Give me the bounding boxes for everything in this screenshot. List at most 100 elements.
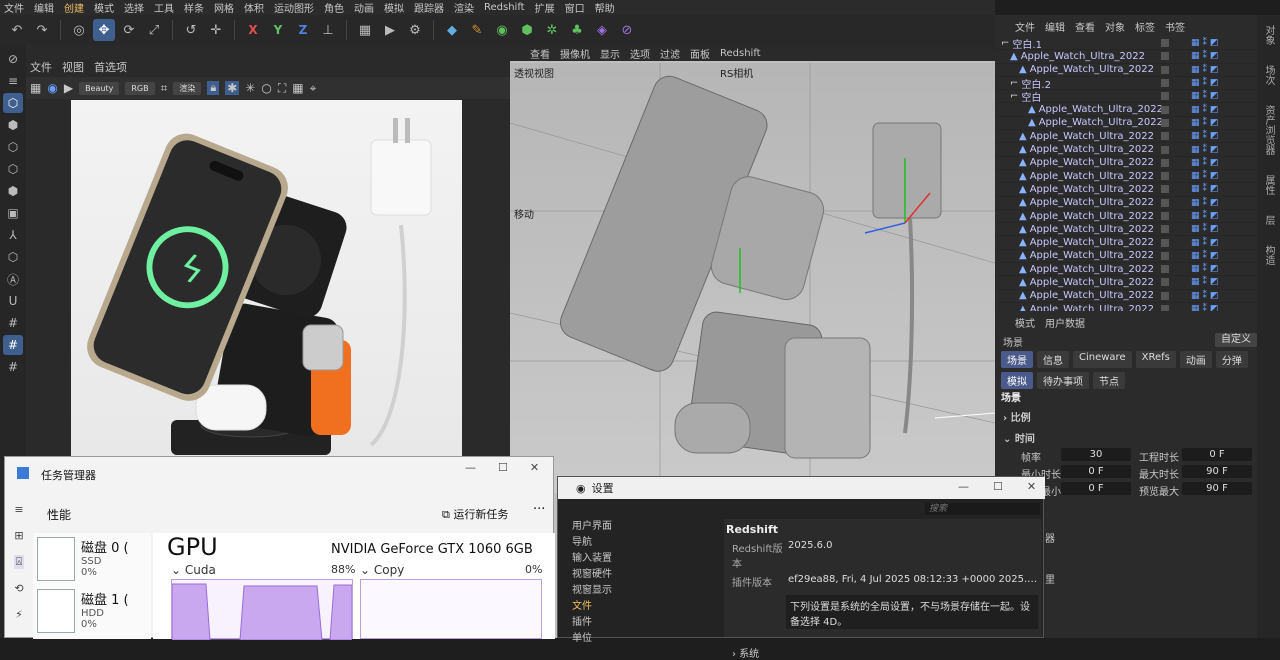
- cube-icon[interactable]: ◆: [441, 19, 463, 41]
- tag-icon[interactable]: ▦: [1191, 158, 1200, 168]
- maximize-icon[interactable]: ☐: [498, 461, 508, 474]
- tag-icon[interactable]: ▦: [1191, 78, 1200, 88]
- tag-icon[interactable]: ▦: [1191, 277, 1200, 287]
- object-tags[interactable]: ▦ ⁑ ◩: [1191, 158, 1219, 168]
- preset-dropdown[interactable]: 自定义: [1215, 333, 1257, 347]
- material-tag-icon[interactable]: ◩: [1210, 171, 1219, 181]
- side-tab[interactable]: 层: [1261, 215, 1276, 225]
- visibility-flags[interactable]: [1161, 265, 1169, 274]
- circle-icon[interactable]: ○: [261, 81, 271, 95]
- axis-x-lock[interactable]: X: [242, 19, 264, 41]
- object-tags[interactable]: ▦ ⁑ ◩: [1191, 304, 1219, 311]
- object-tags[interactable]: ▦ ⁑ ◩: [1191, 131, 1219, 141]
- tag-icon[interactable]: ▦: [1191, 251, 1200, 261]
- menu-item[interactable]: 工具: [154, 0, 174, 15]
- subdivision-icon[interactable]: ◉: [491, 19, 513, 41]
- tag-icon[interactable]: ▦: [1191, 184, 1200, 194]
- material-tag-icon[interactable]: ◩: [1210, 145, 1219, 155]
- axis-z-lock[interactable]: Z: [292, 19, 314, 41]
- tag-icon[interactable]: ⁑: [1203, 291, 1208, 301]
- tag-icon[interactable]: ⁑: [1203, 145, 1208, 155]
- visibility-flags[interactable]: [1161, 118, 1169, 127]
- side-tab[interactable]: 对象: [1261, 25, 1276, 45]
- settings-nav-item[interactable]: 单位: [572, 629, 712, 644]
- tag-icon[interactable]: ▦: [1191, 65, 1200, 75]
- visibility-flags[interactable]: [1161, 291, 1169, 300]
- flag-dot[interactable]: [1161, 251, 1169, 260]
- startup-icon[interactable]: ⚡︎: [15, 608, 23, 621]
- preview-min-field[interactable]: 0 F: [1061, 482, 1131, 495]
- flag-dot[interactable]: [1161, 65, 1169, 74]
- object-tags[interactable]: ▦ ⁑ ◩: [1191, 145, 1219, 155]
- grid-icon[interactable]: ▦: [292, 81, 303, 95]
- settings-nav-item[interactable]: 用户界面: [572, 517, 712, 532]
- transform-icon[interactable]: ✛: [205, 19, 227, 41]
- reset-icon[interactable]: ↺: [180, 19, 202, 41]
- menu-item[interactable]: 渲染: [454, 0, 474, 15]
- generator-icon[interactable]: ⬢: [516, 19, 538, 41]
- visibility-flags[interactable]: [1161, 65, 1169, 74]
- object-tags[interactable]: ▦ ⁑ ◩: [1191, 224, 1219, 234]
- color-dropdown[interactable]: RGB: [125, 81, 155, 95]
- attribute-tab[interactable]: 场景: [1001, 351, 1033, 368]
- group-time[interactable]: ⌄ 时间: [1003, 430, 1035, 445]
- menu-item[interactable]: 体积: [244, 0, 264, 15]
- tag-icon[interactable]: ⁑: [1203, 118, 1208, 128]
- flag-dot[interactable]: [1161, 158, 1169, 167]
- tag-icon[interactable]: ⁑: [1203, 264, 1208, 274]
- axis-mode-icon[interactable]: ⅄: [3, 225, 23, 245]
- menu-item[interactable]: 编辑: [34, 0, 54, 15]
- menu-item[interactable]: 选择: [124, 0, 144, 15]
- object-row[interactable]: ▲ Apple_Watch_Ultra_2022 ▦ ⁑ ◩: [995, 303, 1257, 311]
- object-row[interactable]: ▲ Apple_Watch_Ultra_2022 ▦ ⁑ ◩: [995, 170, 1257, 184]
- object-tags[interactable]: ▦ ⁑ ◩: [1191, 65, 1219, 75]
- object-row[interactable]: ▲ Apple_Watch_Ultra_2022 ▦ ⁑ ◩: [995, 223, 1257, 237]
- cloner-icon[interactable]: ✲: [541, 19, 563, 41]
- object-row[interactable]: ▲ Apple_Watch_Ultra_2022 ▦ ⁑ ◩: [995, 157, 1257, 170]
- object-tags[interactable]: ▦ ⁑ ◩: [1191, 238, 1219, 248]
- om-menu-bookmarks[interactable]: 书签: [1165, 19, 1185, 35]
- grid-snap-icon[interactable]: #: [3, 313, 23, 333]
- device-disk-0[interactable]: 磁盘 0 ( SSD 0%: [33, 533, 151, 585]
- solo-icon[interactable]: Ⓐ: [3, 269, 23, 289]
- model-mode-icon[interactable]: ⬡: [3, 93, 23, 113]
- material-tag-icon[interactable]: ◩: [1210, 51, 1219, 61]
- flag-dot[interactable]: [1161, 92, 1169, 101]
- menu-item[interactable]: 帮助: [595, 0, 615, 15]
- material-tag-icon[interactable]: ◩: [1210, 291, 1219, 301]
- object-tags[interactable]: ▦ ⁑ ◩: [1191, 291, 1219, 301]
- tag-icon[interactable]: ⁑: [1203, 105, 1208, 115]
- magnet-icon[interactable]: U: [3, 291, 23, 311]
- viewport-canvas[interactable]: [509, 63, 996, 493]
- close-icon[interactable]: ✕: [1027, 480, 1036, 493]
- flag-dot[interactable]: [1161, 291, 1169, 300]
- settings-nav-item[interactable]: 文件: [572, 597, 712, 612]
- tag-icon[interactable]: ⁑: [1203, 158, 1208, 168]
- flag-dot[interactable]: [1161, 145, 1169, 154]
- vp-menu-redshift[interactable]: Redshift: [720, 48, 761, 59]
- undo-icon[interactable]: ↶: [6, 19, 28, 41]
- visibility-flags[interactable]: [1161, 39, 1169, 48]
- attribute-tab[interactable]: 节点: [1093, 372, 1125, 389]
- tag-icon[interactable]: ⁑: [1203, 198, 1208, 208]
- object-tags[interactable]: ▦ ⁑ ◩: [1191, 211, 1219, 221]
- viewport-camera-label[interactable]: RS相机: [720, 65, 753, 80]
- material-tag-icon[interactable]: ◩: [1210, 264, 1219, 274]
- object-row[interactable]: ▲ Apple_Watch_Ultra_2022 ▦ ⁑ ◩: [995, 290, 1257, 303]
- material-tag-icon[interactable]: ◩: [1210, 78, 1219, 88]
- flag-dot[interactable]: [1161, 105, 1169, 114]
- rv-menu-view[interactable]: 视图: [62, 59, 84, 75]
- tag-icon[interactable]: ⁑: [1203, 91, 1208, 101]
- visibility-flags[interactable]: [1161, 145, 1169, 154]
- flag-dot[interactable]: [1161, 185, 1169, 194]
- minimize-icon[interactable]: —: [958, 480, 969, 493]
- object-row[interactable]: ▲ Apple_Watch_Ultra_2022 ▦ ⁑ ◩: [995, 117, 1257, 131]
- object-tags[interactable]: ▦ ⁑ ◩: [1191, 105, 1219, 115]
- performance-icon[interactable]: ⍓: [13, 555, 25, 569]
- object-row[interactable]: ▲ Apple_Watch_Ultra_2022 ▦ ⁑ ◩: [995, 210, 1257, 224]
- side-tab[interactable]: 资产浏览器: [1261, 105, 1276, 155]
- visibility-flags[interactable]: [1161, 92, 1169, 101]
- material-tag-icon[interactable]: ◩: [1210, 38, 1219, 48]
- menu-item[interactable]: 模拟: [384, 0, 404, 15]
- vp-menu-filter[interactable]: 过滤: [660, 46, 680, 61]
